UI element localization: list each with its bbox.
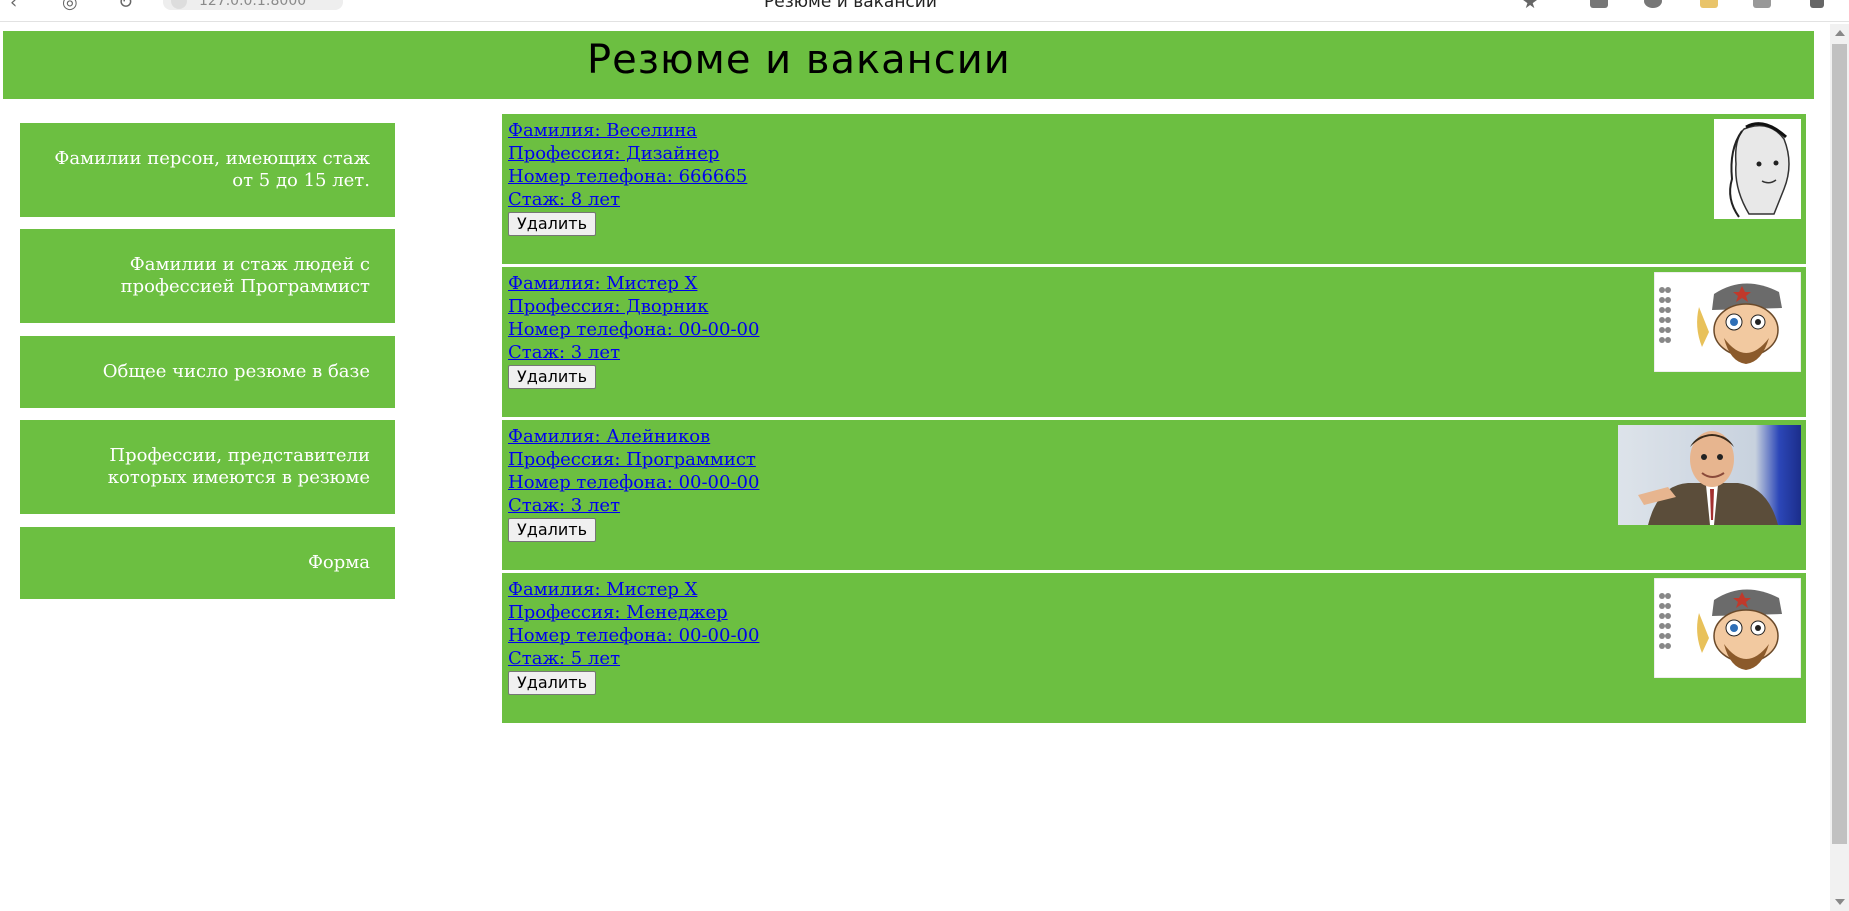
cartoon-face-image xyxy=(1654,578,1801,678)
resume-experience-link[interactable]: Стаж: 5 лет xyxy=(508,647,759,670)
scroll-down-icon[interactable] xyxy=(1835,899,1845,905)
resume-phone-link[interactable]: Номер телефона: 666665 xyxy=(508,165,747,188)
sidebar-item-professions[interactable]: Профессии, представители которых имеются… xyxy=(20,420,395,514)
resume-phone-link[interactable]: Номер телефона: 00-00-00 xyxy=(508,318,759,341)
address-bar-url: 127.0.0.1:8000 xyxy=(199,0,307,9)
sidebar-item-label: Общее число резюме в базе xyxy=(102,361,370,382)
resume-profession-link[interactable]: Профессия: Дизайнер xyxy=(508,142,747,165)
resume-surname-link[interactable]: Фамилия: Алейников xyxy=(508,425,759,448)
sidebar-item-programmers[interactable]: Фамилии и стаж людей с профессией Програ… xyxy=(20,229,395,323)
forward-icon[interactable]: ◎ xyxy=(62,0,78,13)
back-icon[interactable]: ‹ xyxy=(10,0,17,13)
delete-button[interactable]: Удалить xyxy=(508,212,596,236)
resume-surname-link[interactable]: Фамилия: Веселина xyxy=(508,119,747,142)
delete-button[interactable]: Удалить xyxy=(508,365,596,389)
sidebar-item-label: Форма xyxy=(307,552,370,573)
resume-profession-link[interactable]: Профессия: Программист xyxy=(508,448,759,471)
resume-experience-link[interactable]: Стаж: 3 лет xyxy=(508,494,759,517)
tab-title: Резюме и вакансии xyxy=(764,0,937,12)
man-pointing-image xyxy=(1618,425,1801,525)
resume-photo xyxy=(1654,578,1801,678)
resume-card: Фамилия: Веселина Профессия: Дизайнер Но… xyxy=(502,114,1806,264)
sidebar-item-label: Фамилии и стаж людей с профессией Програ… xyxy=(120,254,370,297)
resume-card: Фамилия: Мистер Х Профессия: Менеджер Но… xyxy=(502,573,1806,723)
scroll-up-icon[interactable] xyxy=(1835,30,1845,36)
resume-phone-link[interactable]: Номер телефона: 00-00-00 xyxy=(508,471,759,494)
download-icon[interactable] xyxy=(1810,0,1824,8)
delete-button[interactable]: Удалить xyxy=(508,518,596,542)
resume-phone-link[interactable]: Номер телефона: 00-00-00 xyxy=(508,624,759,647)
resume-profession-link[interactable]: Профессия: Менеджер xyxy=(508,601,759,624)
cartoon-face-image xyxy=(1654,272,1801,372)
resume-photo xyxy=(1714,119,1801,219)
resume-surname-link[interactable]: Фамилия: Мистер Х xyxy=(508,578,759,601)
resume-surname-link[interactable]: Фамилия: Мистер Х xyxy=(508,272,759,295)
vertical-scrollbar[interactable] xyxy=(1830,24,1849,911)
page-header: Резюме и вакансии xyxy=(3,31,1814,99)
resume-experience-link[interactable]: Стаж: 8 лет xyxy=(508,188,747,211)
sync-icon[interactable] xyxy=(1644,0,1662,8)
delete-button[interactable]: Удалить xyxy=(508,671,596,695)
sidebar-item-label: Профессии, представители которых имеются… xyxy=(107,445,370,488)
sidebar-item-total-resumes[interactable]: Общее число резюме в базе xyxy=(20,336,395,408)
resume-photo xyxy=(1618,425,1801,525)
scrollbar-thumb[interactable] xyxy=(1832,44,1847,844)
wallet-icon[interactable] xyxy=(1700,0,1718,8)
sidebar-item-label: Фамилии персон, имеющих стаж от 5 до 15 … xyxy=(54,148,370,191)
page-title: Резюме и вакансии xyxy=(587,37,1011,83)
resume-card: Фамилия: Мистер Х Профессия: Дворник Ном… xyxy=(502,267,1806,417)
sidebar-item-form[interactable]: Форма xyxy=(20,527,395,599)
reload-icon[interactable]: ↻ xyxy=(118,0,133,13)
resume-card: Фамилия: Алейников Профессия: Программис… xyxy=(502,420,1806,570)
resume-experience-link[interactable]: Стаж: 3 лет xyxy=(508,341,759,364)
resume-photo xyxy=(1654,272,1801,372)
bookmark-star-icon[interactable]: ★ xyxy=(1522,0,1538,13)
sidebar-item-experience-5-15[interactable]: Фамилии персон, имеющих стаж от 5 до 15 … xyxy=(20,123,395,217)
site-info-icon[interactable] xyxy=(171,0,187,9)
sketch-portrait-image xyxy=(1714,119,1801,219)
resume-profession-link[interactable]: Профессия: Дворник xyxy=(508,295,759,318)
extension-icon[interactable] xyxy=(1590,0,1608,8)
address-bar[interactable]: 127.0.0.1:8000 xyxy=(163,0,343,10)
chat-icon[interactable] xyxy=(1753,0,1771,8)
browser-toolbar: ‹ ◎ ↻ 127.0.0.1:8000 Резюме и вакансии ★ xyxy=(0,0,1849,22)
